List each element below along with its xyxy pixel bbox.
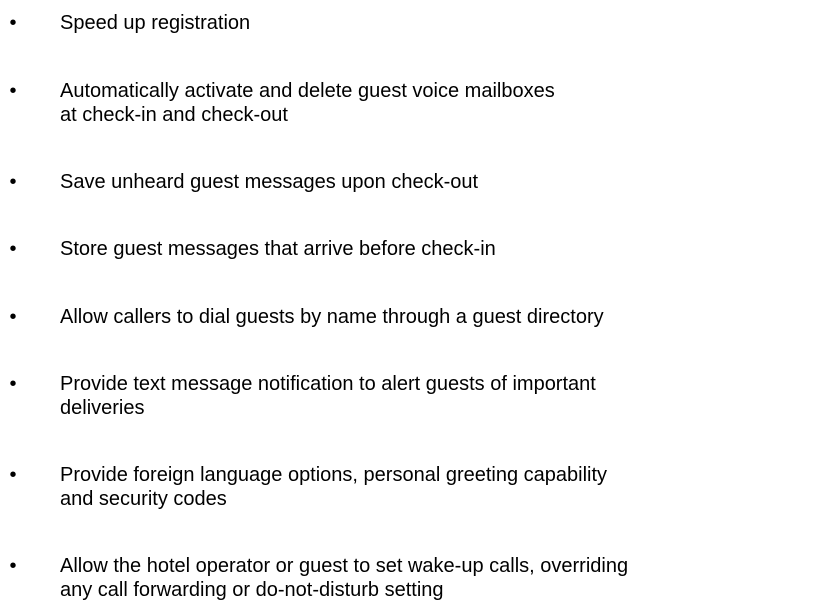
list-item-text: Store guest messages that arrive before … bbox=[60, 238, 496, 260]
list-item-text: Automatically activate and delete guest … bbox=[60, 80, 555, 126]
bullet-icon: • bbox=[9, 12, 17, 34]
bullet-icon: • bbox=[9, 464, 17, 486]
bullet-icon: • bbox=[9, 80, 17, 102]
list-item-text: Allow callers to dial guests by name thr… bbox=[60, 306, 604, 328]
list-item-text: Provide foreign language options, person… bbox=[60, 464, 608, 510]
bullet-icon: • bbox=[9, 373, 17, 395]
bullet-icon: • bbox=[9, 306, 17, 328]
bullet-icon: • bbox=[9, 171, 17, 193]
list-item-text: Allow the hotel operator or guest to set… bbox=[60, 555, 629, 601]
bullet-icon: • bbox=[9, 555, 17, 577]
feature-list: • Speed up registration • Automatically … bbox=[0, 0, 828, 611]
list-item-text: Speed up registration bbox=[60, 12, 251, 34]
bullet-icon: • bbox=[9, 238, 17, 260]
list-item-text: Save unheard guest messages upon check-o… bbox=[60, 171, 479, 193]
list-item-text: Provide text message notification to ale… bbox=[60, 373, 596, 419]
